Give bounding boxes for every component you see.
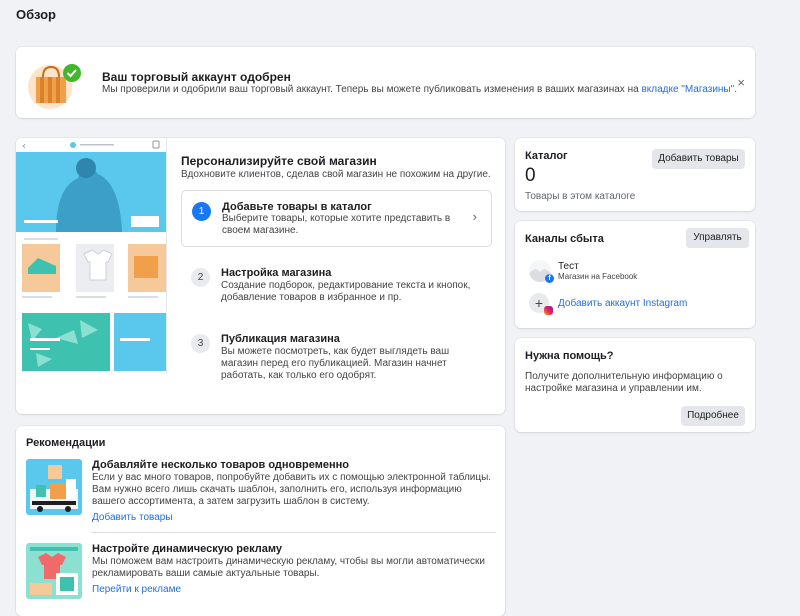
list-item: Настройте динамическую рекламу Мы поможе… xyxy=(26,543,496,603)
close-icon[interactable]: × xyxy=(737,75,745,90)
step-shop-setup: 2 Настройка магазина Создание подборок, … xyxy=(181,266,490,306)
step-text: Выберите товары, которые хотите представ… xyxy=(222,213,451,236)
learn-more-button[interactable]: Подробнее xyxy=(681,406,745,426)
recommendations-title: Рекомендации xyxy=(26,437,106,449)
rec-title: Настройте динамическую рекламу xyxy=(92,543,282,555)
channels-title: Каналы сбыта xyxy=(525,233,604,245)
approval-banner: Ваш торговый аккаунт одобрен Мы проверил… xyxy=(16,47,755,118)
divider xyxy=(91,532,496,533)
rec-text: Если у вас много товаров, попробуйте доб… xyxy=(92,472,492,507)
add-products-link[interactable]: Добавить товары xyxy=(92,512,173,523)
svg-text:‹: ‹ xyxy=(22,141,26,152)
add-instagram-link[interactable]: Добавить аккаунт Instagram xyxy=(558,298,687,309)
shops-tab-link[interactable]: вкладке "Магазины" xyxy=(641,84,734,95)
personalize-subtitle: Вдохновите клиентов, сделав свой магазин… xyxy=(181,169,491,180)
dynamic-ads-icon xyxy=(26,543,82,599)
catalog-title: Каталог xyxy=(525,150,568,162)
step-title: Публикация магазина xyxy=(221,333,340,345)
help-card: Нужна помощь? Получите дополнительную ин… xyxy=(515,338,755,432)
shopping-bag-icon xyxy=(28,57,84,109)
step-text: Вы можете посмотреть, как будет выглядет… xyxy=(221,346,450,381)
catalog-count: 0 xyxy=(525,165,536,186)
step-title: Настройка магазина xyxy=(221,267,332,279)
instagram-icon xyxy=(544,306,553,315)
list-item: Добавляйте несколько товаров одновременн… xyxy=(26,459,496,523)
recommendations-card: Рекомендации Добавляйте несколько товаро… xyxy=(16,426,505,616)
step-text: Создание подборок, редактирование текста… xyxy=(221,280,471,303)
page-title: Обзор xyxy=(16,7,56,22)
go-to-ads-link[interactable]: Перейти к рекламе xyxy=(92,584,181,595)
personalize-shop-card: ‹ Персонализируйте свой магазин Вдохнови… xyxy=(16,138,505,414)
step-shop-publish: 3 Публикация магазина Вы можете посмотре… xyxy=(181,332,490,382)
banner-title: Ваш торговый аккаунт одобрен xyxy=(102,70,291,84)
help-title: Нужна помощь? xyxy=(525,350,614,362)
step-number: 1 xyxy=(192,202,211,221)
add-products-button[interactable]: Добавить товары xyxy=(652,149,745,169)
step-number: 2 xyxy=(191,268,210,287)
spreadsheet-upload-icon xyxy=(26,459,82,515)
shop-name: Тест xyxy=(558,261,579,272)
personalize-title: Персонализируйте свой магазин xyxy=(181,154,377,168)
help-text: Получите дополнительную информацию о нас… xyxy=(525,371,723,394)
rec-text: Мы поможем вам настроить динамическую ре… xyxy=(92,556,485,579)
rec-title: Добавляйте несколько товаров одновременн… xyxy=(92,459,349,471)
shop-type: Магазин на Facebook xyxy=(558,272,638,281)
catalog-subtitle: Товары в этом каталоге xyxy=(525,191,636,202)
step-title: Добавьте товары в каталог xyxy=(222,201,372,213)
shop-preview-illustration: ‹ xyxy=(16,138,167,374)
step-number: 3 xyxy=(191,334,210,353)
step-add-products[interactable]: 1 Добавьте товары в каталог Выберите тов… xyxy=(181,190,492,247)
facebook-icon: f xyxy=(545,274,554,283)
catalog-card: Каталог 0 Товары в этом каталоге Добавит… xyxy=(515,138,755,211)
banner-text: Мы проверили и одобрили ваш торговый акк… xyxy=(102,84,737,95)
chevron-right-icon: › xyxy=(472,209,477,224)
sales-channels-card: Каналы сбыта Управлять f Тест Магазин на… xyxy=(515,221,755,328)
banner-text-body: Мы проверили и одобрили ваш торговый акк… xyxy=(102,84,642,95)
manage-button[interactable]: Управлять xyxy=(686,228,749,248)
